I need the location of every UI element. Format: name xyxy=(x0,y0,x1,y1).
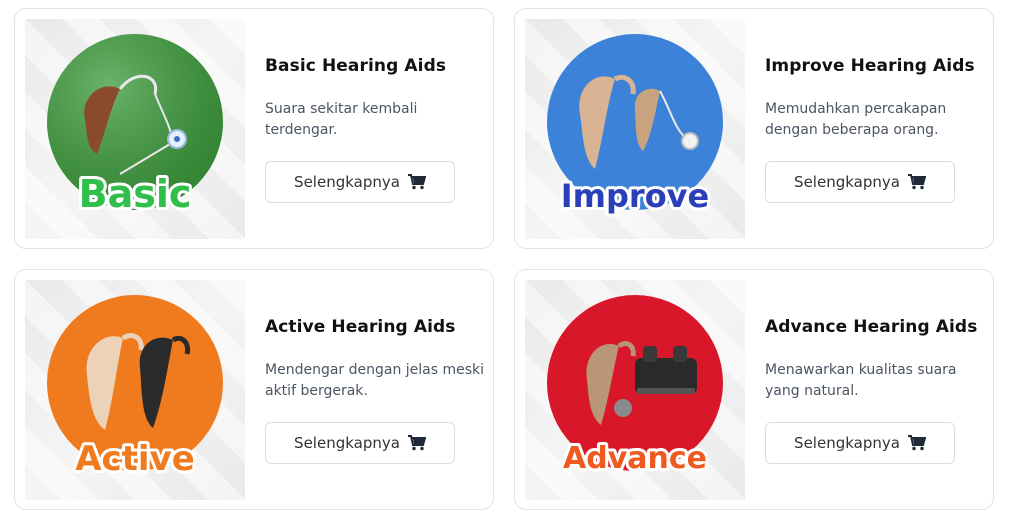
card-description: Menawarkan kualitas suara yang natural. xyxy=(765,362,957,399)
shopping-cart-icon xyxy=(407,435,426,451)
shopping-cart-icon xyxy=(907,435,926,451)
card-description: Memudahkan percakapan dengan beberapa or… xyxy=(765,101,947,138)
card-title: Basic Hearing Aids xyxy=(265,56,447,76)
card-description: Suara sekitar kembali terdengar. xyxy=(265,101,418,138)
shopping-cart-icon xyxy=(907,174,926,190)
product-image-advance[interactable]: Advance xyxy=(525,280,745,500)
button-label: Selengkapnya xyxy=(294,434,400,452)
selengkapnya-button[interactable]: Selengkapnya xyxy=(765,161,955,203)
selengkapnya-button[interactable]: Selengkapnya xyxy=(265,422,455,464)
svg-text:Improve: Improve xyxy=(561,177,709,215)
product-card-improve: Improve Improve Hearing Aids Memudahkan … xyxy=(514,8,994,249)
card-title: Advance Hearing Aids xyxy=(765,317,978,337)
product-image-active[interactable]: Active xyxy=(25,280,245,500)
button-label: Selengkapnya xyxy=(794,434,900,452)
shopping-cart-icon xyxy=(407,174,426,190)
product-image-basic[interactable]: Basic xyxy=(25,19,245,239)
product-image-improve[interactable]: Improve xyxy=(525,19,745,239)
card-title: Active Hearing Aids xyxy=(265,317,456,337)
button-label: Selengkapnya xyxy=(794,173,900,191)
product-card-basic: Basic Basic Hearing Aids Suara sekitar k… xyxy=(14,8,494,249)
svg-text:Basic: Basic xyxy=(79,172,192,216)
selengkapnya-button[interactable]: Selengkapnya xyxy=(265,161,455,203)
card-description: Mendengar dengan jelas meski aktif berge… xyxy=(265,362,485,399)
product-card-active: Active Active Hearing Aids Mendengar den… xyxy=(14,269,494,510)
button-label: Selengkapnya xyxy=(294,173,400,191)
product-card-advance: Advance Advance Hearing Aids Menawarkan … xyxy=(514,269,994,510)
svg-text:Advance: Advance xyxy=(563,441,707,476)
selengkapnya-button[interactable]: Selengkapnya xyxy=(765,422,955,464)
card-title: Improve Hearing Aids xyxy=(765,56,975,76)
svg-text:Active: Active xyxy=(75,439,195,479)
